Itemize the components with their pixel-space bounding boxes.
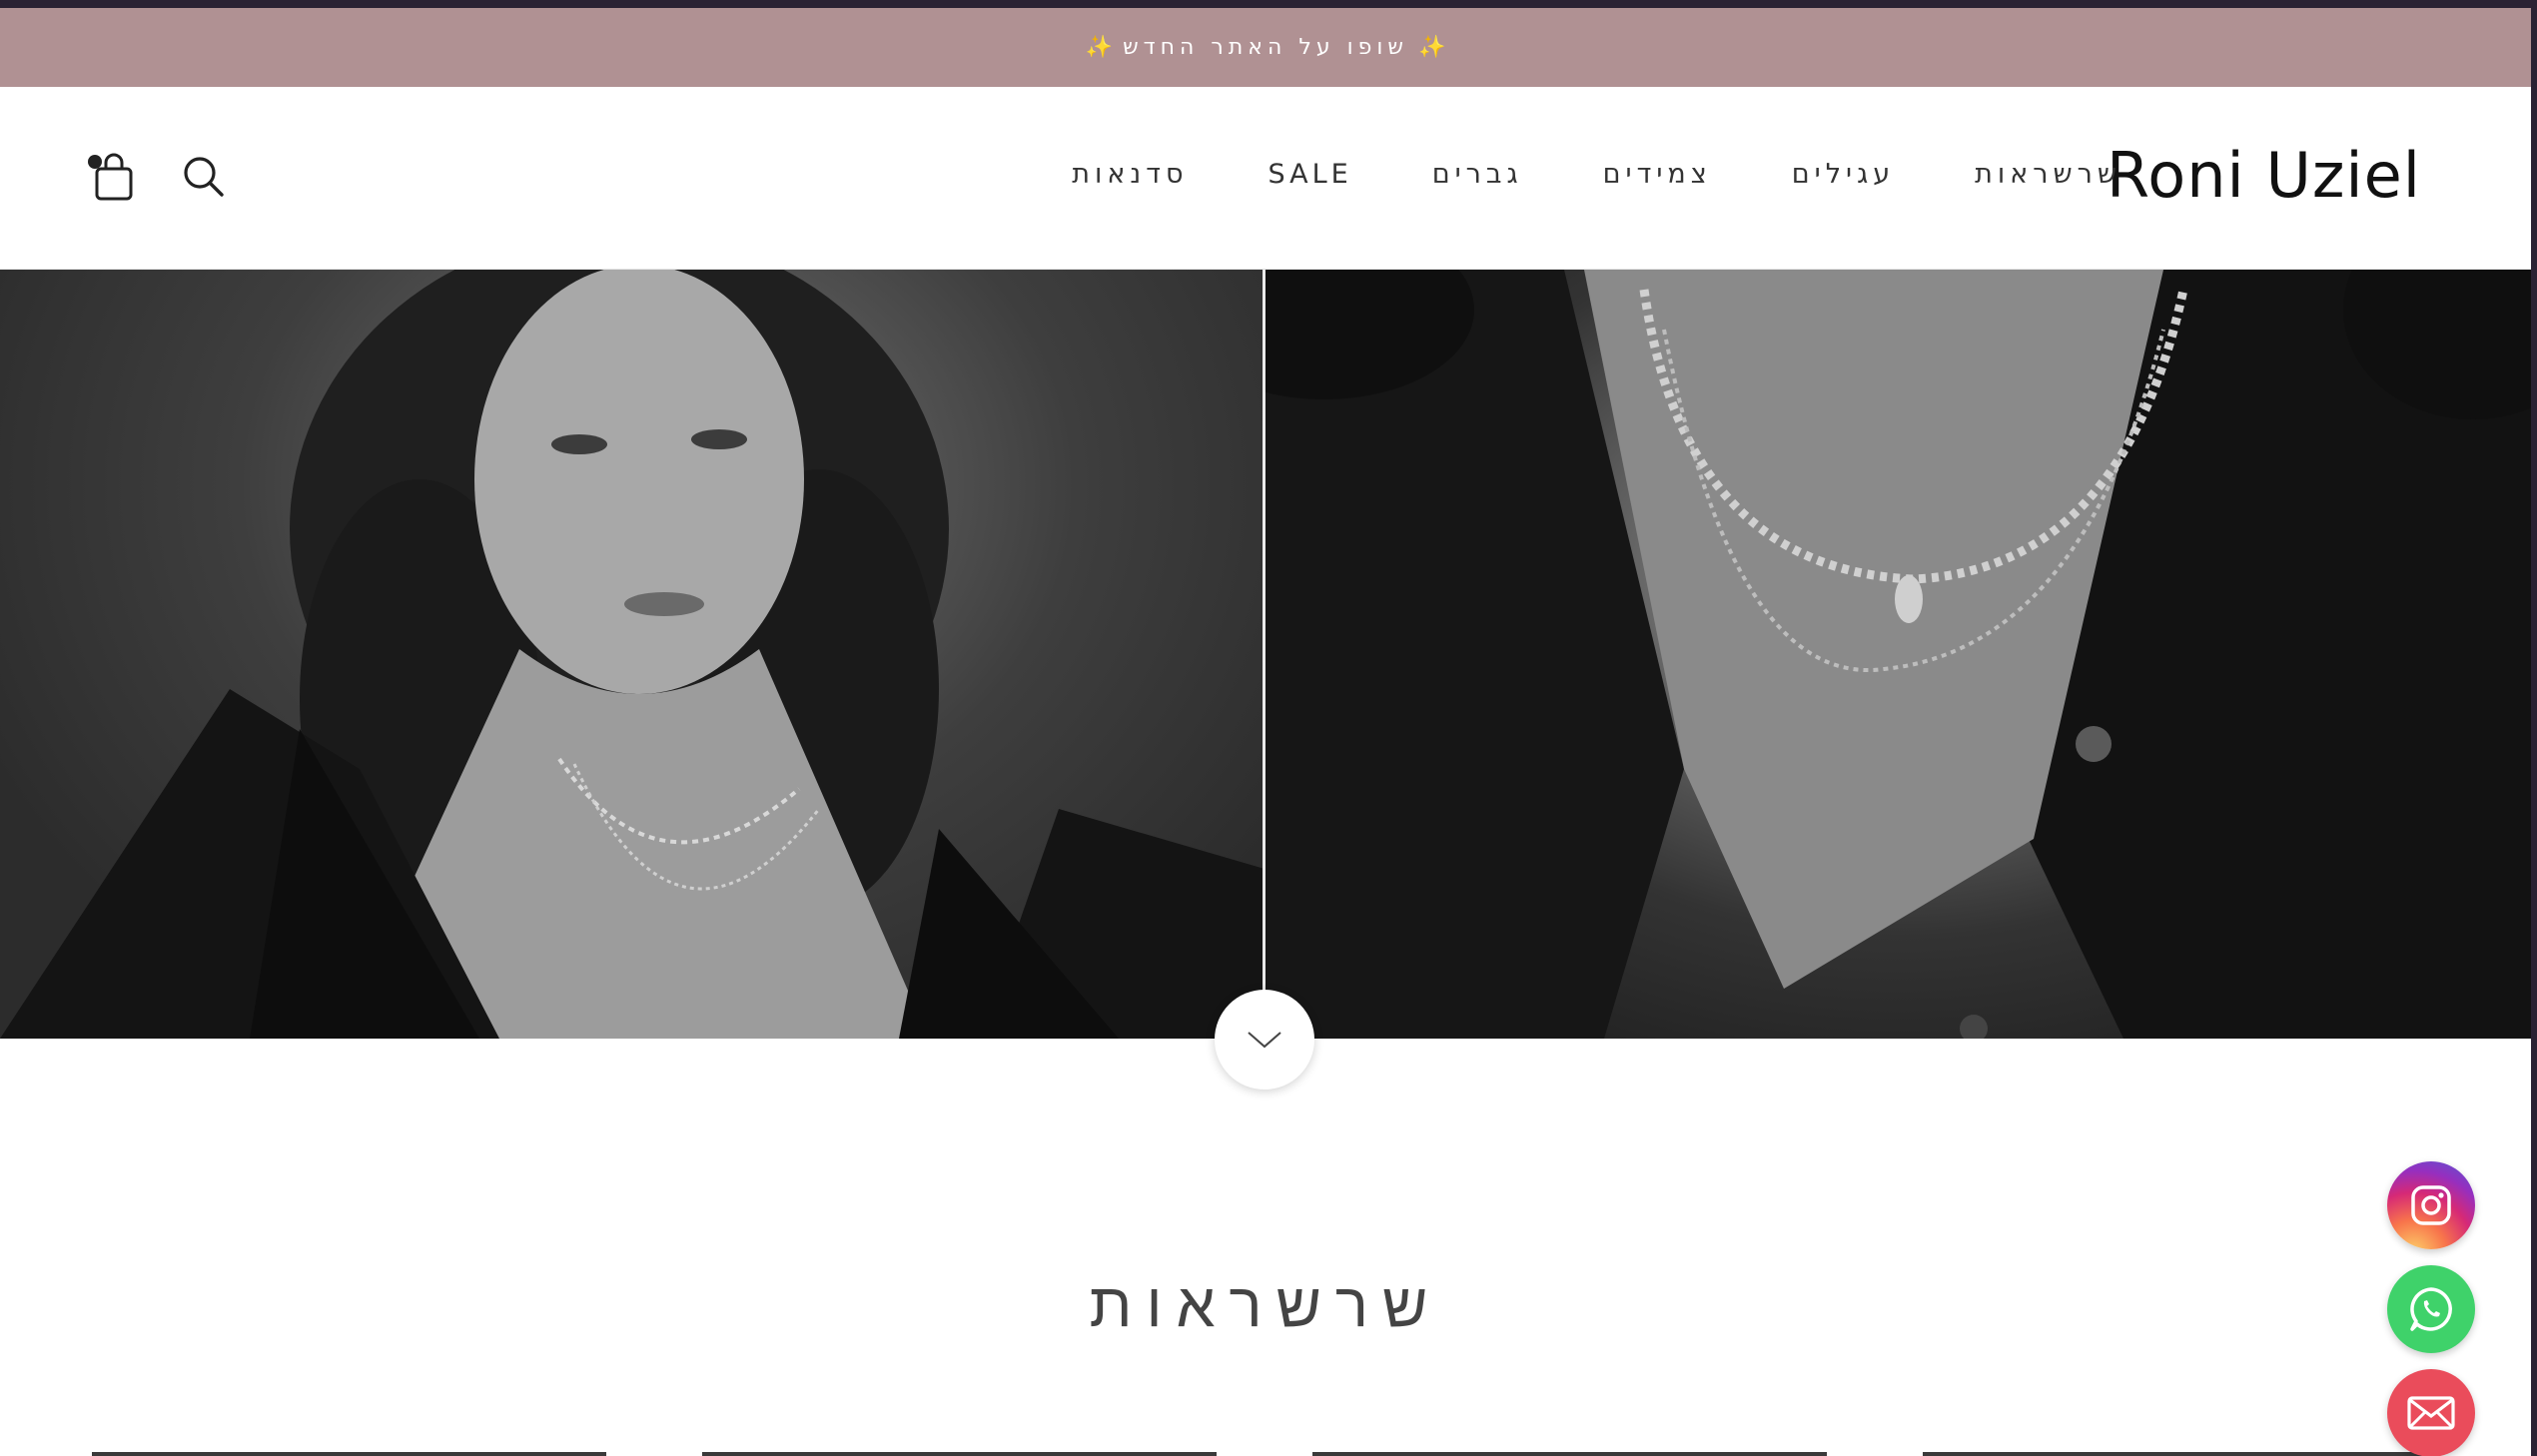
- announcement-bar: ✨ שופו על האתר החדש ✨: [0, 8, 2531, 87]
- instagram-icon: [2411, 1185, 2451, 1225]
- whatsapp-button[interactable]: [2387, 1265, 2475, 1353]
- sparkle-icon: ✨: [1085, 35, 1114, 60]
- hero-image-necklaces: [1175, 270, 2531, 1039]
- product-card[interactable]: [1923, 1452, 2437, 1456]
- main-nav: שרשראות עגילים צמידים גברים SALE סדנאות: [1072, 159, 2121, 190]
- hero-image-portrait: [0, 270, 1265, 1039]
- instagram-button[interactable]: [2387, 1161, 2475, 1249]
- nav-item-sale[interactable]: SALE: [1268, 159, 1351, 190]
- browser-top-strip: [0, 0, 2537, 8]
- nav-item-workshops[interactable]: סדנאות: [1072, 159, 1188, 190]
- search-icon: [184, 157, 224, 197]
- section-title: שרשראות: [1089, 1268, 1442, 1341]
- nav-item-bracelets[interactable]: צמידים: [1603, 159, 1712, 190]
- site-logo[interactable]: Roni Uziel: [2107, 139, 2421, 212]
- email-button[interactable]: [2387, 1369, 2475, 1456]
- nav-item-necklaces[interactable]: שרשראות: [1975, 159, 2121, 190]
- product-card[interactable]: [92, 1452, 606, 1456]
- portrait-illustration: [0, 270, 1265, 1039]
- mail-icon: [2407, 1396, 2455, 1430]
- cart-button[interactable]: [84, 147, 144, 207]
- scroll-down-button[interactable]: [1215, 990, 1314, 1090]
- sparkle-icon: ✨: [1417, 35, 1446, 60]
- hero-divider: [1263, 270, 1266, 1039]
- product-card[interactable]: [702, 1452, 1217, 1456]
- window-right-edge: [2531, 0, 2537, 1456]
- site-header: Roni Uziel שרשראות עגילים צמידים גברים S…: [0, 87, 2531, 270]
- search-button[interactable]: [174, 147, 234, 207]
- chevron-down-icon: [1248, 1032, 1281, 1049]
- nav-item-men[interactable]: גברים: [1432, 159, 1523, 190]
- whatsapp-icon: [2410, 1287, 2452, 1331]
- announcement-text[interactable]: שופו על האתר החדש: [1123, 35, 1408, 60]
- product-card[interactable]: [1312, 1452, 1827, 1456]
- nav-item-earrings[interactable]: עגילים: [1792, 159, 1895, 190]
- necklace-closeup-illustration: [1175, 270, 2531, 1039]
- hero-banner: [0, 270, 2531, 1039]
- cart-count-badge: [88, 155, 102, 169]
